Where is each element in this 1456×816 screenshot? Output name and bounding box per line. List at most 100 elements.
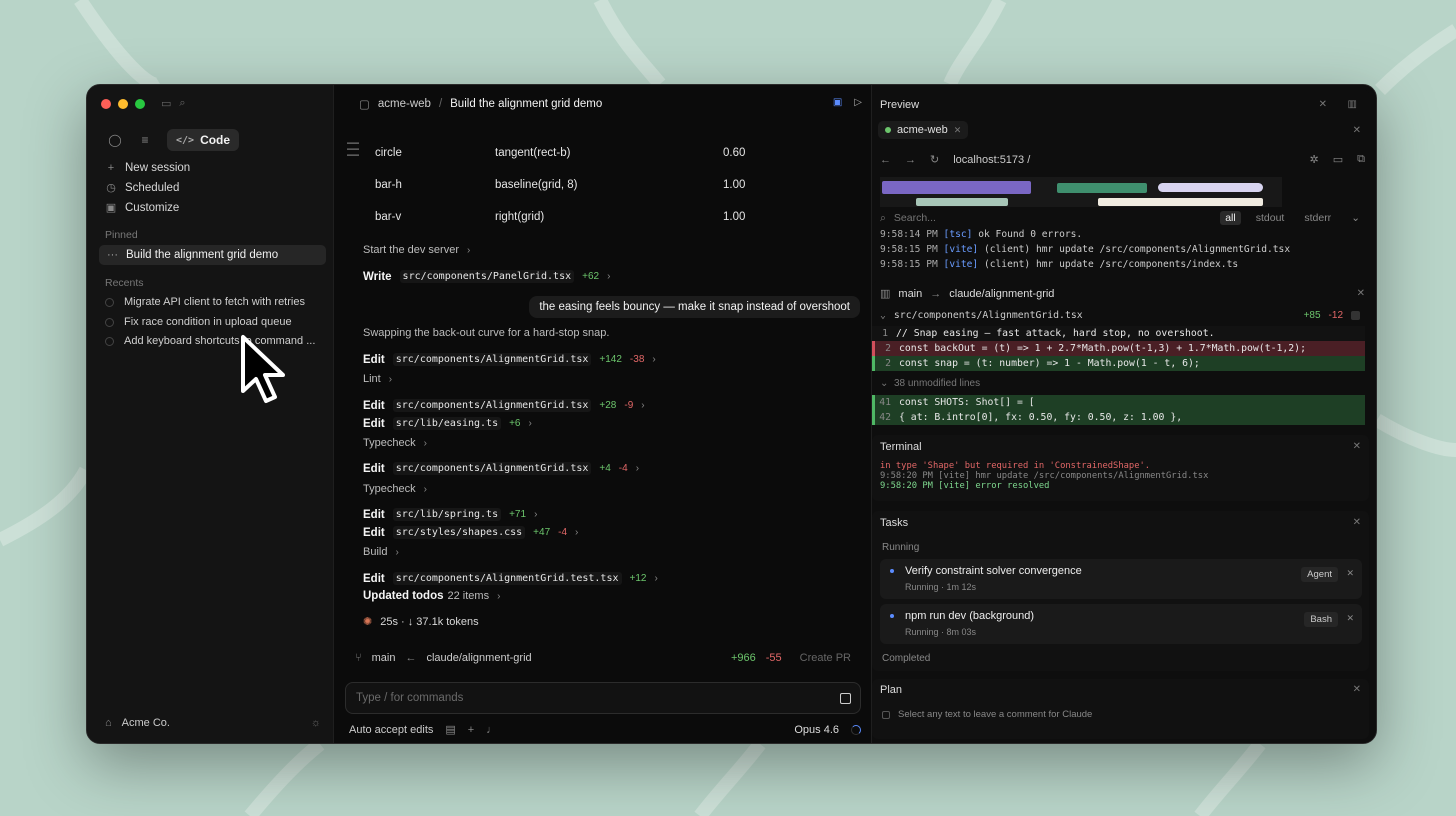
sidebar-toggle-icon[interactable]: ▭ xyxy=(161,97,171,110)
code-mode-label: Code xyxy=(200,133,231,147)
pinned-session-item[interactable]: ··· Build the alignment grid demo xyxy=(99,245,326,265)
task-item[interactable]: Verify constraint solver convergence Run… xyxy=(880,559,1362,599)
cancel-task-icon[interactable]: ✕ xyxy=(1346,568,1354,579)
create-pr-button[interactable]: Create PR xyxy=(800,652,861,664)
constraints-table: circle tangent(rect-b) 0.60 bar-h baseli… xyxy=(375,137,795,233)
recent-session-item[interactable]: Migrate API client to fetch with retries xyxy=(105,296,305,308)
tool-step-build[interactable]: Build › xyxy=(363,546,399,558)
tool-step-todos[interactable]: Updated todos 22 items › xyxy=(363,590,500,602)
forward-arrow-icon[interactable]: → xyxy=(905,154,916,166)
close-window-button[interactable] xyxy=(101,99,111,109)
chevron-right-icon: › xyxy=(652,354,656,365)
prompt-input[interactable] xyxy=(346,683,816,713)
table-row: circle tangent(rect-b) 0.60 xyxy=(375,137,795,169)
status-text: 25s · ↓ 37.1k tokens xyxy=(380,615,479,628)
notes-icon[interactable]: ▤ xyxy=(445,723,455,736)
tool-step-lint[interactable]: Lint › xyxy=(363,373,392,385)
tool-step-edit[interactable]: Edit src/lib/spring.ts +71 › xyxy=(363,508,537,521)
tool-step-edit[interactable]: Edit src/components/AlignmentGrid.tsx +1… xyxy=(363,353,656,366)
close-icon[interactable]: ✕ xyxy=(1357,288,1365,299)
preview-tab[interactable]: acme-web ✕ xyxy=(878,121,969,139)
cancel-task-icon[interactable]: ✕ xyxy=(1346,613,1354,624)
tool-step-edit[interactable]: Edit src/lib/easing.ts +6 › xyxy=(363,417,532,430)
customize-button[interactable]: ▣ Customize xyxy=(105,201,180,215)
org-switcher[interactable]: ⌂ Acme Co. xyxy=(105,717,170,729)
tool-step-edit[interactable]: Edit src/components/AlignmentGrid.test.t… xyxy=(363,572,658,585)
filter-stderr-tab[interactable]: stderr xyxy=(1299,211,1336,225)
stop-button[interactable] xyxy=(840,693,851,704)
filter-all-tab[interactable]: all xyxy=(1220,211,1241,225)
checkbox-icon[interactable] xyxy=(1351,311,1360,320)
action-label: Edit xyxy=(363,417,385,430)
close-icon[interactable]: ✕ xyxy=(1319,99,1327,110)
chat-mode-icon[interactable]: ◯ xyxy=(107,133,123,147)
diff-line-added: 41 const SHOTS: Shot[] = [ xyxy=(872,395,1365,410)
tool-step-edit[interactable]: Edit src/components/AlignmentGrid.tsx +4… xyxy=(363,462,639,475)
chevron-down-icon[interactable]: ⌄ xyxy=(1346,211,1365,225)
back-arrow-icon[interactable]: ← xyxy=(880,154,891,166)
user-message: the easing feels bouncy — make it snap i… xyxy=(529,296,860,318)
tool-step-write[interactable]: Write src/components/PanelGrid.tsx +62 › xyxy=(363,270,610,283)
chevron-right-icon: › xyxy=(575,527,579,538)
table-cell: right(grid) xyxy=(495,211,545,223)
deletions-count: -9 xyxy=(624,400,634,411)
play-icon[interactable]: ▷ xyxy=(854,97,862,108)
tool-step-edit[interactable]: Edit src/components/AlignmentGrid.tsx +2… xyxy=(363,399,645,412)
more-dots-icon[interactable]: ··· xyxy=(107,249,118,261)
table-cell: bar-h xyxy=(375,179,402,191)
unmodified-lines-toggle[interactable]: ⌄ 38 unmodified lines xyxy=(880,378,980,389)
url-bar: ← → ↻ localhost:5173 / ✲ ▭ ⧉ xyxy=(880,153,1365,166)
tasks-mode-icon[interactable]: ≡ xyxy=(137,133,153,147)
plus-icon[interactable]: + xyxy=(468,724,474,736)
inspect-icon[interactable]: ✲ xyxy=(1310,153,1319,166)
chevron-down-icon: ⌄ xyxy=(880,378,889,389)
tool-step-edit[interactable]: Edit src/styles/shapes.css +47 -4 › xyxy=(363,526,578,539)
project-name[interactable]: acme-web xyxy=(378,98,431,110)
split-view-icon[interactable]: ▣ xyxy=(833,97,842,108)
code-mode-button[interactable]: </> Code xyxy=(167,129,240,151)
diff-base-branch: main xyxy=(898,287,923,300)
layout-icon[interactable]: ▥ xyxy=(1348,99,1357,110)
maximize-window-button[interactable] xyxy=(135,99,145,109)
mode-switcher: ◯ ≡ </> Code xyxy=(107,129,240,151)
close-icon[interactable]: ✕ xyxy=(1353,684,1361,695)
open-external-icon[interactable]: ⧉ xyxy=(1357,153,1365,166)
minimize-window-button[interactable] xyxy=(118,99,128,109)
close-preview-icon[interactable]: ✕ xyxy=(1353,125,1361,136)
log-search-input[interactable] xyxy=(893,212,1094,224)
model-selector[interactable]: Opus 4.6 xyxy=(794,724,839,736)
unmodified-label: 38 unmodified lines xyxy=(893,378,981,389)
task-item[interactable]: npm run dev (background) Running · 8m 03… xyxy=(880,604,1362,644)
scheduled-button[interactable]: ◷ Scheduled xyxy=(105,181,179,195)
table-row: bar-h baseline(grid, 8) 1.00 xyxy=(375,169,795,201)
completed-label[interactable]: Completed xyxy=(882,653,930,664)
new-session-button[interactable]: + New session xyxy=(105,162,190,174)
close-tab-icon[interactable]: ✕ xyxy=(954,125,962,136)
close-icon[interactable]: ✕ xyxy=(1353,441,1361,452)
feature-branch[interactable]: claude/alignment-grid xyxy=(426,652,531,664)
diff-header: ▥ main → claude/alignment-grid ✕ xyxy=(880,287,1365,301)
diff-file-header[interactable]: ⌄ src/components/AlignmentGrid.tsx +85 -… xyxy=(880,310,1360,321)
server-status-icon xyxy=(885,127,891,133)
tool-step-typecheck[interactable]: Typecheck › xyxy=(363,437,427,449)
theme-toggle-icon[interactable]: ☼ xyxy=(311,717,321,729)
action-label: Edit xyxy=(363,572,385,585)
preview-shape xyxy=(1098,198,1263,206)
device-icon[interactable]: ▭ xyxy=(1333,153,1343,166)
search-icon[interactable]: ⌕ xyxy=(179,97,185,110)
recent-session-item[interactable]: Fix race condition in upload queue xyxy=(105,316,292,328)
microphone-icon[interactable]: ♩ xyxy=(486,724,497,736)
drag-handle-icon[interactable]: — — — xyxy=(347,136,359,160)
url-text[interactable]: localhost:5173 / xyxy=(953,154,1030,166)
code-icon: </> xyxy=(176,134,195,146)
auto-accept-toggle[interactable]: Auto accept edits xyxy=(349,724,433,736)
tool-step-typecheck[interactable]: Typecheck › xyxy=(363,483,427,495)
filter-stdout-tab[interactable]: stdout xyxy=(1251,211,1290,225)
deletions-count: -4 xyxy=(618,463,628,474)
composer-toolbar: Auto accept edits ▤ + ♩ Opus 4.6 xyxy=(349,723,861,736)
tool-step-start-dev[interactable]: Start the dev server › xyxy=(363,244,470,256)
reload-icon[interactable]: ↻ xyxy=(930,153,939,166)
table-row: bar-v right(grid) 1.00 xyxy=(375,201,795,233)
close-icon[interactable]: ✕ xyxy=(1353,517,1361,528)
base-branch[interactable]: main xyxy=(372,652,396,664)
